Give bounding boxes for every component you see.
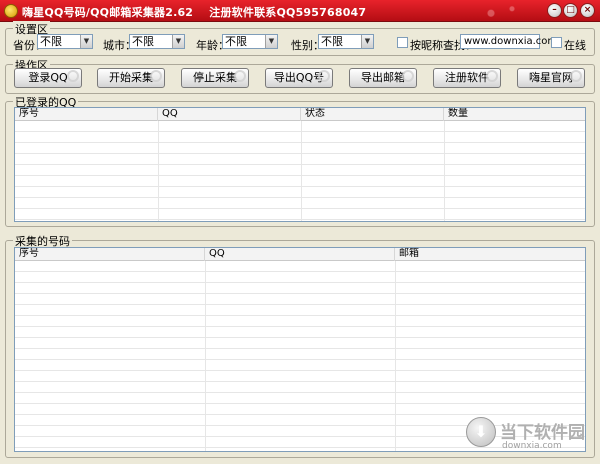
- chevron-down-icon[interactable]: ▼: [172, 35, 184, 48]
- nickname-search-input[interactable]: www.downxia.com: [460, 34, 557, 49]
- column-divider: [395, 261, 396, 451]
- button-decoration-icon: [486, 70, 498, 82]
- column-header-qq[interactable]: QQ: [158, 108, 301, 121]
- register-software-button[interactable]: 注册软件: [433, 68, 501, 88]
- stop-collect-button[interactable]: 停止采集: [181, 68, 249, 88]
- button-decoration-icon: [150, 70, 162, 82]
- age-value: 不限: [225, 35, 247, 48]
- button-decoration-icon: [318, 70, 330, 82]
- column-header-count[interactable]: 数量: [444, 108, 585, 121]
- city-select[interactable]: 不限 ▼: [129, 34, 185, 49]
- watermark-text: 当下软件园: [500, 423, 585, 443]
- start-collect-button[interactable]: 开始采集: [97, 68, 165, 88]
- column-divider: [205, 261, 206, 451]
- close-icon[interactable]: ×: [580, 3, 595, 18]
- table-header: 序号 QQ 邮箱: [15, 248, 585, 261]
- watermark-url: downxia.com: [502, 441, 562, 451]
- gender-value: 不限: [321, 35, 343, 48]
- button-decoration-icon: [402, 70, 414, 82]
- column-header-email[interactable]: 邮箱: [395, 248, 585, 261]
- nickname-search-checkbox[interactable]: [397, 37, 408, 48]
- column-divider: [158, 121, 159, 221]
- online-checkbox[interactable]: [551, 37, 562, 48]
- button-decoration-icon: [67, 70, 79, 82]
- title-decoration: [470, 0, 540, 22]
- table-rows: [15, 121, 585, 221]
- age-select[interactable]: 不限 ▼: [222, 34, 278, 49]
- province-value: 不限: [40, 35, 62, 48]
- login-qq-button[interactable]: 登录QQ: [14, 68, 82, 88]
- column-header-index[interactable]: 序号: [15, 108, 158, 121]
- column-header-status[interactable]: 状态: [301, 108, 444, 121]
- chevron-down-icon[interactable]: ▼: [265, 35, 277, 48]
- official-site-button[interactable]: 嗨星官网: [517, 68, 585, 88]
- column-divider: [444, 121, 445, 221]
- column-divider: [301, 121, 302, 221]
- export-email-button[interactable]: 导出邮箱: [349, 68, 417, 88]
- chevron-down-icon[interactable]: ▼: [361, 35, 373, 48]
- export-qq-button[interactable]: 导出QQ号: [265, 68, 333, 88]
- minimize-icon[interactable]: –: [547, 3, 562, 18]
- logged-in-table[interactable]: 序号 QQ 状态 数量: [14, 107, 586, 222]
- table-header: 序号 QQ 状态 数量: [15, 108, 585, 121]
- watermark: ⬇ 当下软件园 downxia.com: [466, 417, 596, 457]
- gender-select[interactable]: 不限 ▼: [318, 34, 374, 49]
- button-decoration-icon: [234, 70, 246, 82]
- button-decoration-icon: [570, 70, 582, 82]
- column-header-qq[interactable]: QQ: [205, 248, 395, 261]
- city-value: 不限: [132, 35, 154, 48]
- title-bar: 嗨星QQ号码/QQ邮箱采集器2.62 注册软件联系QQ595768047 – □…: [0, 0, 600, 22]
- province-select[interactable]: 不限 ▼: [37, 34, 93, 49]
- online-label: 在线: [564, 39, 586, 52]
- window-title: 嗨星QQ号码/QQ邮箱采集器2.62 注册软件联系QQ595768047: [22, 6, 367, 19]
- maximize-icon[interactable]: □: [563, 3, 578, 18]
- app-icon: [4, 4, 18, 18]
- download-icon: ⬇: [466, 417, 496, 447]
- chevron-down-icon[interactable]: ▼: [80, 35, 92, 48]
- column-header-index[interactable]: 序号: [15, 248, 205, 261]
